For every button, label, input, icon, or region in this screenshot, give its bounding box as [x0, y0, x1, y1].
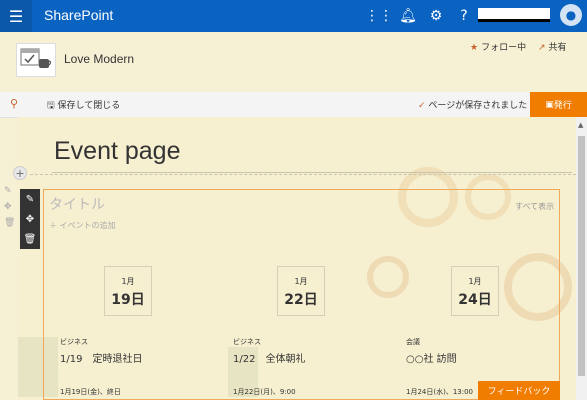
- section-toolbar: ✎ ✥ 🗑︎: [4, 186, 15, 228]
- webpart-toolbar: ✎ ✥ 🗑︎: [20, 189, 40, 249]
- help-icon[interactable]: ?: [450, 0, 478, 32]
- event-category: ビジネス: [60, 338, 88, 346]
- feedback-button[interactable]: フィードバック: [478, 381, 560, 400]
- section-divider: [30, 174, 576, 175]
- follow-button[interactable]: ★ フォロー中: [470, 40, 526, 53]
- save-close-label: 保存して閉じる: [57, 101, 121, 111]
- event-month: 1月: [121, 277, 135, 286]
- event-short-date: 1/19: [60, 354, 83, 365]
- publish-button[interactable]: ▣ 発行: [530, 92, 587, 117]
- event-date-box[interactable]: 1月 24日: [451, 266, 499, 316]
- site-header: Love Modern ★ フォロー中 ↗ 共有: [0, 32, 587, 92]
- gear-icon[interactable]: ⚙: [422, 0, 450, 32]
- brand-name[interactable]: SharePoint: [44, 7, 113, 23]
- command-bar: ⚲ 🖫︎ 保存して閉じる ✓ ページが保存されました ▣ 発行: [0, 92, 587, 118]
- share-label: 共有: [548, 43, 567, 53]
- site-title[interactable]: Love Modern: [64, 52, 134, 66]
- add-section-button[interactable]: +: [13, 166, 27, 180]
- page-title[interactable]: Event page: [54, 137, 181, 166]
- event-time: 1月22日(月)、9:00: [233, 388, 296, 396]
- event-name: 定時退社日: [92, 354, 143, 365]
- suite-bar: ☰ SharePoint ⋮⋮ 🔔︎ ⚙ ? ●: [0, 0, 587, 32]
- calendar-coffee-icon: [20, 48, 52, 68]
- edit-webpart-icon[interactable]: ✎: [26, 194, 34, 205]
- event-date-box[interactable]: 1月 22日: [277, 266, 325, 316]
- publish-label: 発行: [553, 101, 572, 111]
- event-category: ビジネス: [233, 338, 261, 346]
- delete-webpart-icon[interactable]: 🗑︎: [24, 234, 37, 245]
- saved-status: ✓ ページが保存されました: [418, 98, 527, 111]
- edit-section-icon[interactable]: ✎: [4, 186, 15, 196]
- move-webpart-icon[interactable]: ✥: [26, 214, 34, 225]
- site-logo[interactable]: [16, 43, 56, 77]
- search-icon[interactable]: ⚲: [10, 97, 18, 110]
- event-name: 全体朝礼: [265, 354, 306, 365]
- share-icon: ↗: [538, 43, 546, 53]
- event-month: 1月: [294, 277, 308, 286]
- follow-label: フォロー中: [481, 43, 527, 53]
- event-title[interactable]: 1/22 全体朝礼: [233, 350, 305, 365]
- event-month: 1月: [468, 277, 482, 286]
- event-day: 24日: [458, 292, 492, 308]
- move-section-icon[interactable]: ✥: [4, 202, 15, 212]
- save-close-button[interactable]: 🖫︎ 保存して閉じる: [47, 98, 120, 114]
- waffle-icon[interactable]: ☰: [0, 0, 32, 32]
- event-title[interactable]: 1/19 定時退社日: [60, 350, 142, 365]
- publish-icon: ▣: [545, 99, 554, 110]
- add-event-button[interactable]: ＋ イベントの追加: [49, 220, 116, 231]
- app-grid-icon[interactable]: ⋮⋮: [365, 0, 393, 32]
- bell-icon[interactable]: 🔔︎: [394, 0, 422, 32]
- star-icon: ★: [470, 43, 479, 53]
- check-icon: ✓: [418, 101, 429, 111]
- event-time: 1月24日(水)、13:00: [406, 388, 473, 396]
- event-date-box[interactable]: 1月 19日: [104, 266, 152, 316]
- event-day: 22日: [284, 292, 318, 308]
- event-category: 会議: [406, 338, 420, 346]
- event-day: 19日: [111, 292, 145, 308]
- event-short-date: 1/22: [233, 354, 256, 365]
- avatar-icon[interactable]: ●: [560, 4, 582, 26]
- event-name: ○○社 訪問: [406, 354, 457, 365]
- scroll-up-icon[interactable]: ▲: [578, 121, 583, 129]
- user-name-redacted[interactable]: [478, 8, 550, 22]
- share-button[interactable]: ↗ 共有: [538, 40, 567, 53]
- event-time: 1月19日(金)、終日: [60, 388, 121, 396]
- webpart-title[interactable]: タイトル: [49, 194, 105, 214]
- title-divider: [52, 172, 572, 173]
- scrollbar-thumb[interactable]: [578, 136, 585, 376]
- saved-status-label: ページが保存されました: [428, 101, 528, 111]
- see-all-link[interactable]: すべて表示: [515, 201, 554, 212]
- save-icon: 🖫︎: [47, 101, 58, 111]
- delete-section-icon[interactable]: 🗑︎: [4, 218, 15, 228]
- event-title[interactable]: ○○社 訪問: [406, 350, 457, 365]
